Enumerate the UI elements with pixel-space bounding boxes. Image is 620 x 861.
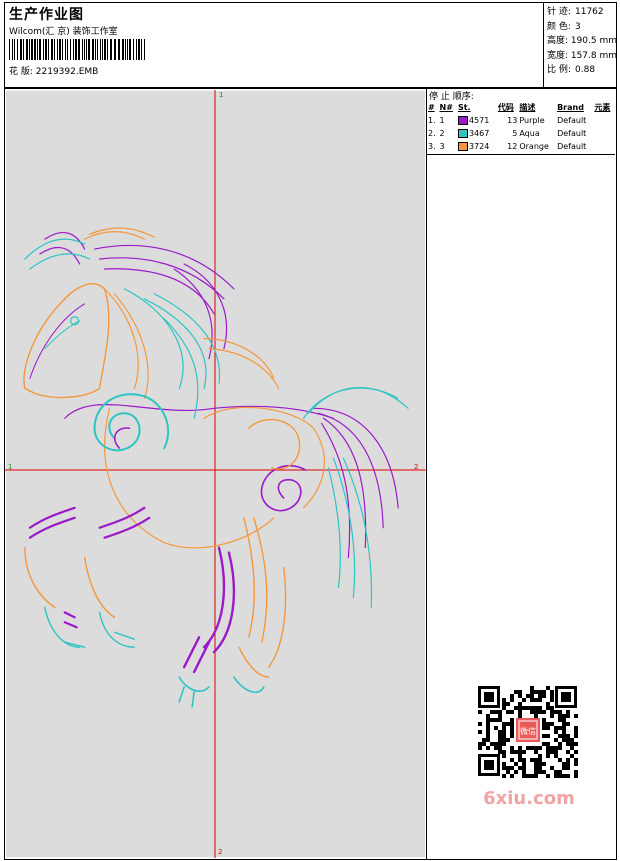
axis-marker-bottom: 2 [218, 848, 222, 856]
company-name: Wilcom(汇 京) 装饰工作室 [9, 27, 118, 37]
col-header: # [428, 103, 435, 112]
stat-stitches: 针 迹: 11762 [547, 5, 617, 20]
row-element [593, 127, 615, 140]
row-code: 3467 [468, 129, 490, 138]
row-code-cell: 3467 [457, 127, 497, 140]
row-index: 1. [428, 116, 436, 125]
stat-height: 高度: 190.5 mm [547, 34, 617, 49]
col-header: 描述 [519, 103, 536, 112]
design-file: 2219392.EMB [35, 67, 99, 77]
col-header: St. [457, 103, 471, 112]
page-title: 生产作业图 [9, 7, 84, 23]
qr-center-label: 微信 [520, 726, 536, 736]
row-element [593, 140, 615, 153]
qr-code-icon: 微信 [470, 680, 585, 782]
axis-marker-right: 2 [414, 463, 418, 471]
row-st: 13 [507, 116, 518, 125]
stat-value: 190.5 mm [570, 36, 617, 46]
row-code: 3724 [468, 142, 490, 151]
stat-width: 宽度: 157.8 mm [547, 49, 617, 64]
divider [427, 154, 615, 155]
stat-scale: 比 例: 0.88 [547, 63, 617, 78]
row-n: 3 [439, 142, 445, 151]
row-brand: Default [557, 129, 587, 138]
stat-value: 11762 [575, 7, 604, 17]
table-row: 2. 2 3467 5 Aqua Default [427, 127, 615, 140]
stat-label: 针 迹: [547, 7, 571, 17]
design-label: 花 版: [9, 67, 33, 77]
row-name: Purple [519, 116, 545, 125]
stat-colors: 颜 色: 3 [547, 20, 617, 35]
stats-panel: 针 迹: 11762 颜 色: 3 高度: 190.5 mm 宽度: 157.8… [543, 3, 617, 87]
sequence-table: # N# St. 代码 描述 Brand 元素 1. 1 4571 13 Pur… [427, 101, 615, 153]
row-st: 5 [512, 129, 518, 138]
stat-label: 高度: [547, 36, 569, 46]
header: 生产作业图 Wilcom(汇 京) 装饰工作室 花 版: 2219392.EMB… [4, 2, 617, 88]
col-header: Brand [557, 103, 584, 112]
axis-marker-top: 1 [219, 91, 223, 99]
table-row: 1. 1 4571 13 Purple Default [427, 114, 615, 127]
row-code-cell: 4571 [457, 114, 497, 127]
row-brand: Default [557, 116, 587, 125]
row-n: 2 [439, 129, 445, 138]
col-header: 代码 [497, 103, 514, 112]
row-brand: Default [557, 142, 587, 151]
row-element [593, 114, 615, 127]
color-swatch [457, 142, 468, 151]
row-st: 12 [507, 142, 518, 151]
col-header: 元素 [594, 103, 611, 112]
stat-label: 颜 色: [547, 21, 571, 32]
row-index: 3. [428, 142, 436, 151]
row-index: 2. [428, 129, 436, 138]
hoop-view: 1 1 2 2 [5, 89, 426, 859]
stat-label: 比 例: [547, 65, 571, 75]
table-row: 3. 3 3724 12 Orange Default [427, 140, 615, 153]
stat-value: 157.8 mm [570, 50, 617, 61]
row-code-cell: 3724 [457, 140, 497, 153]
stat-value: 0.88 [575, 65, 596, 75]
design-file-line: 花 版: 2219392.EMB [9, 64, 98, 77]
color-swatch [457, 116, 468, 125]
barcode-icon [9, 39, 145, 60]
stat-label: 宽度: [547, 50, 569, 61]
row-n: 1 [439, 116, 445, 125]
design-canvas: 1 1 2 2 [4, 88, 427, 860]
col-header: N# [439, 103, 453, 112]
axis-marker-left: 1 [8, 463, 12, 471]
stat-value: 3 [575, 21, 581, 32]
row-code: 4571 [468, 116, 490, 125]
color-swatch [457, 129, 468, 138]
row-name: Aqua [519, 129, 540, 138]
table-header-row: # N# St. 代码 描述 Brand 元素 [427, 101, 615, 114]
watermark-site: 6xiu.com [483, 788, 575, 809]
row-name: Orange [519, 142, 549, 151]
